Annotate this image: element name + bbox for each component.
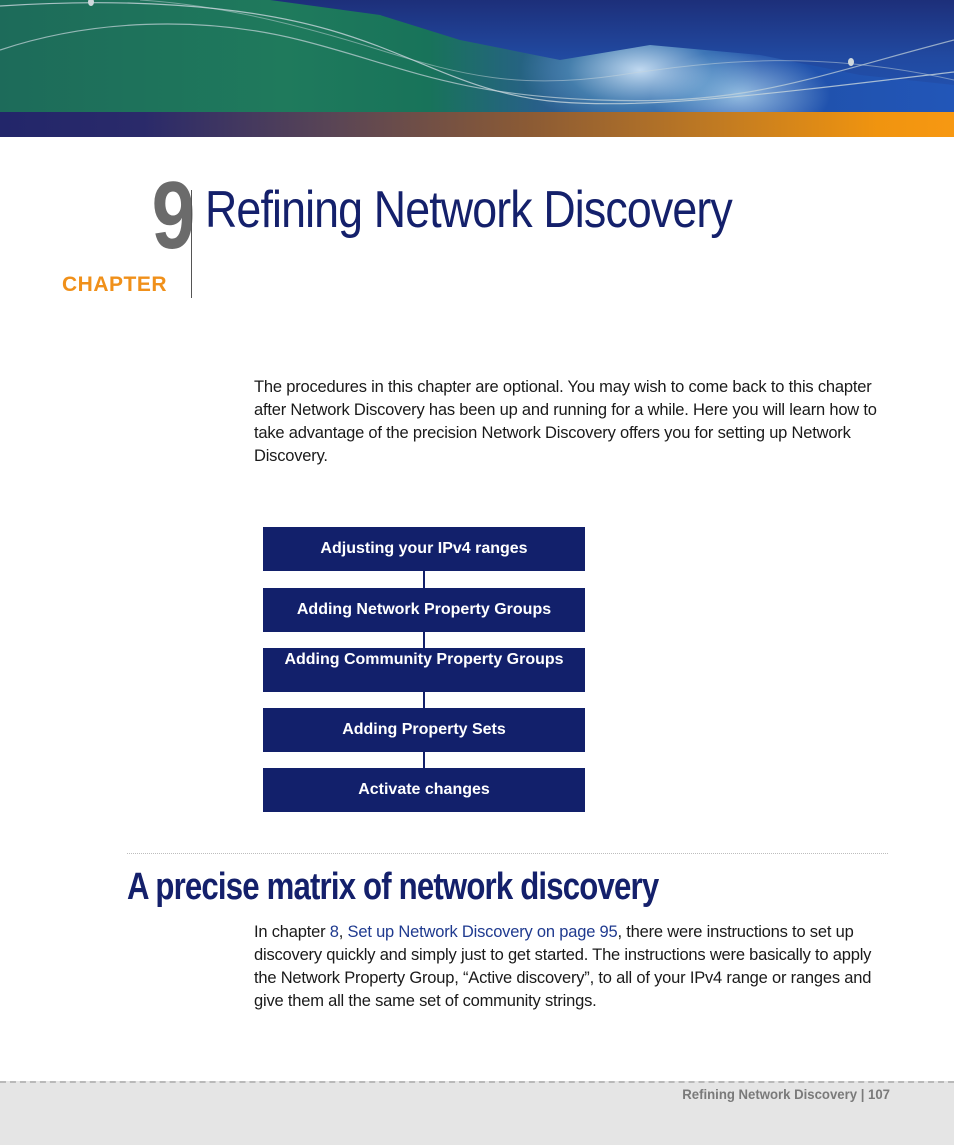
flow-connector bbox=[423, 752, 425, 769]
footer-running-head: Refining Network Discovery | 107 bbox=[682, 1086, 890, 1102]
chapter-label: CHAPTER bbox=[62, 273, 168, 296]
intro-paragraph: The procedures in this chapter are optio… bbox=[254, 378, 877, 465]
chapter-banner bbox=[0, 0, 954, 137]
flow-step-label: Adding Community Property Groups bbox=[284, 651, 564, 668]
page-footer: Refining Network Discovery | 107 bbox=[0, 1081, 954, 1145]
paragraph-text: In chapter bbox=[254, 923, 330, 941]
section-divider bbox=[127, 853, 888, 854]
flow-step-label: Adding Property Sets bbox=[342, 721, 506, 738]
chapter-divider bbox=[191, 190, 192, 298]
flow-step-add-property-sets: Adding Property Sets bbox=[263, 708, 585, 752]
footer-separator: | bbox=[857, 1086, 869, 1102]
chapter-title: Refining Network Discovery bbox=[205, 181, 733, 239]
banner-gradient-bar bbox=[0, 112, 954, 137]
flow-step-adjust-ipv4-ranges: Adjusting your IPv4 ranges bbox=[263, 527, 585, 571]
flow-step-add-network-property-groups: Adding Network Property Groups bbox=[263, 588, 585, 632]
footer-chapter-title: Refining Network Discovery bbox=[682, 1086, 858, 1102]
chapter-number: 9 bbox=[151, 162, 196, 269]
flow-connector bbox=[423, 632, 425, 649]
paragraph-text: , bbox=[338, 923, 348, 941]
flow-step-label: Activate changes bbox=[358, 781, 490, 798]
setup-network-discovery-link[interactable]: Set up Network Discovery on page 95 bbox=[348, 923, 618, 941]
flow-step-label: Adjusting your IPv4 ranges bbox=[320, 540, 528, 557]
chapter-8-link[interactable]: 8 bbox=[330, 923, 339, 941]
section-paragraph: In chapter 8, Set up Network Discovery o… bbox=[254, 921, 894, 1013]
flow-connector bbox=[423, 571, 425, 588]
section-heading: A precise matrix of network discovery bbox=[127, 866, 659, 908]
flow-step-label: Adding Network Property Groups bbox=[296, 601, 552, 618]
banner-orbit-lines bbox=[0, 0, 954, 105]
flow-step-add-community-property-groups: Adding Community Property Groups bbox=[263, 648, 585, 692]
page-number: 107 bbox=[868, 1086, 890, 1102]
flow-step-activate-changes: Activate changes bbox=[263, 768, 585, 812]
flow-connector bbox=[423, 692, 425, 709]
